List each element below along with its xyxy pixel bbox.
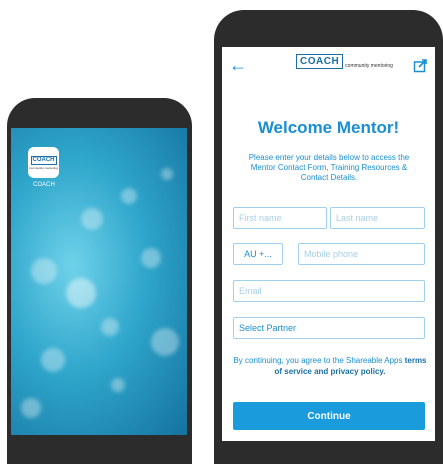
- first-name-input[interactable]: [233, 207, 327, 229]
- terms-prefix: By continuing, you agree to the Shareabl…: [233, 356, 403, 365]
- bokeh-light: [66, 278, 96, 308]
- phone-bottom-bezel: [7, 435, 192, 464]
- top-bar: ← COACH community mentoring: [222, 47, 435, 83]
- email-input[interactable]: [233, 280, 425, 302]
- bokeh-light: [81, 208, 103, 230]
- bokeh-light: [141, 248, 161, 268]
- bokeh-light: [111, 378, 125, 392]
- app-icon-logo: COACH: [30, 155, 57, 165]
- country-code-select[interactable]: AU +...: [233, 243, 283, 265]
- coach-app-icon[interactable]: COACH community mentoring: [28, 147, 59, 178]
- logo-subtext: community mentoring: [345, 63, 393, 69]
- bokeh-light: [41, 348, 65, 372]
- intro-text: Please enter your details below to acces…: [248, 153, 410, 182]
- bokeh-light: [121, 188, 137, 204]
- bokeh-light: [101, 318, 119, 336]
- home-screen-wallpaper: COACH community mentoring COACH: [11, 128, 187, 435]
- logo-text: COACH: [296, 54, 344, 69]
- home-screen-phone: COACH community mentoring COACH: [7, 98, 192, 464]
- app-icon-subtext: community mentoring: [29, 165, 58, 170]
- bokeh-light: [161, 168, 173, 180]
- bokeh-light: [21, 398, 41, 418]
- mobile-phone-input[interactable]: [298, 243, 425, 265]
- bokeh-light: [31, 258, 57, 284]
- terms-text: By continuing, you agree to the Shareabl…: [233, 355, 427, 377]
- page-title: Welcome Mentor!: [257, 118, 400, 137]
- continue-button[interactable]: Continue: [233, 402, 425, 430]
- mentor-form-screen: ← COACH community mentoring Welcome Ment…: [222, 47, 435, 441]
- select-partner-dropdown[interactable]: Select Partner: [233, 317, 425, 339]
- app-label: COACH: [33, 182, 55, 188]
- coach-logo: COACH community mentoring: [296, 54, 393, 78]
- phone-bottom-bezel: [214, 441, 443, 464]
- share-icon[interactable]: [413, 57, 429, 73]
- form-screen-phone: ← COACH community mentoring Welcome Ment…: [214, 10, 443, 464]
- arrow-left-icon[interactable]: ←: [228, 55, 248, 75]
- bokeh-light: [151, 328, 179, 356]
- last-name-input[interactable]: [330, 207, 425, 229]
